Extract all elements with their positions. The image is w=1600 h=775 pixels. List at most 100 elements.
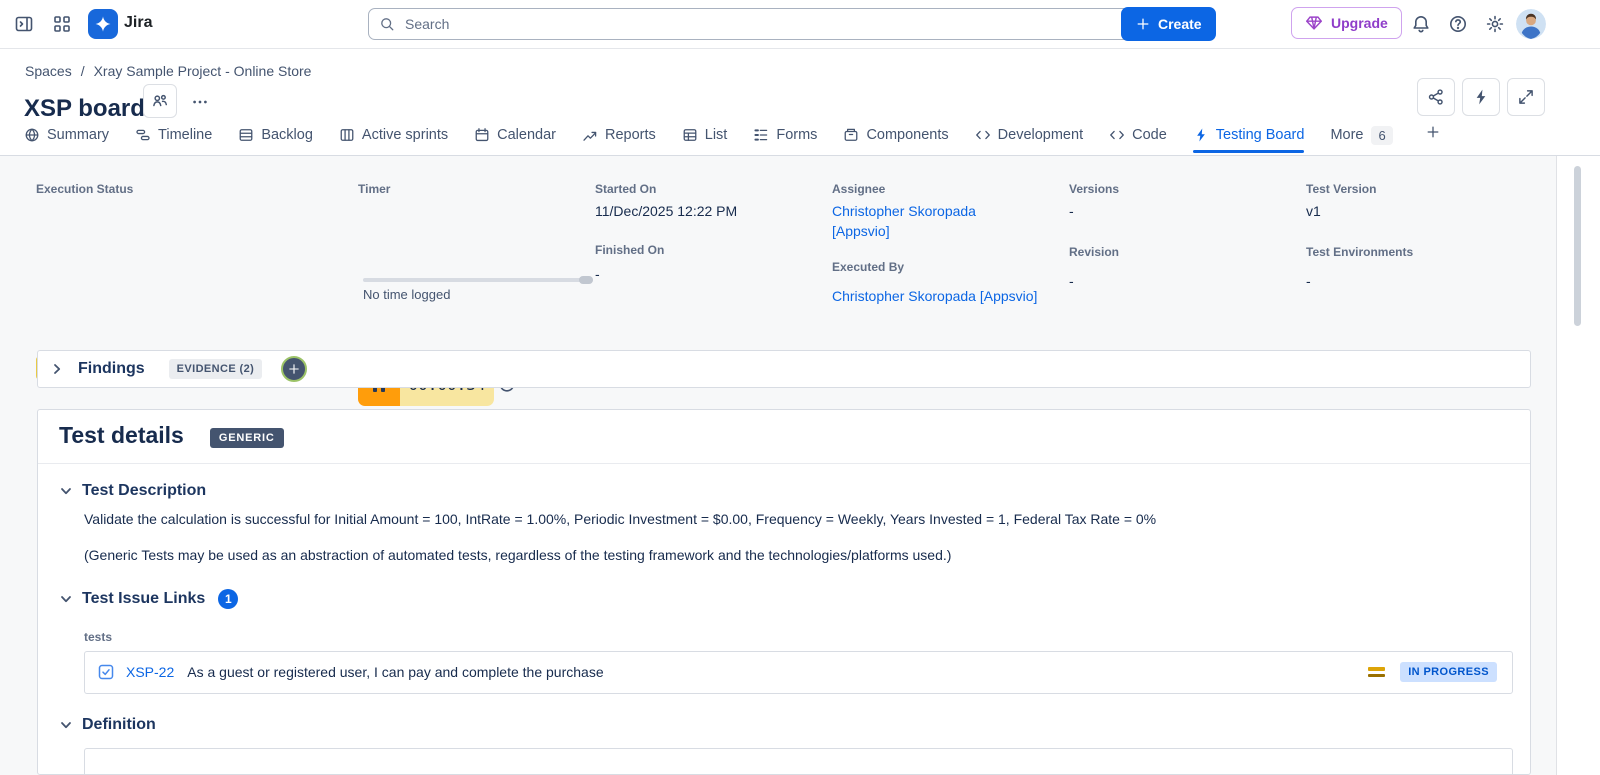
settings-button[interactable] [1479, 8, 1511, 40]
breadcrumb-separator: / [80, 63, 85, 79]
tab-components[interactable]: Components [843, 118, 949, 152]
issue-links-count-badge: 1 [218, 588, 239, 609]
issue-status-badge: IN PROGRESS [1400, 662, 1497, 683]
jira-logo[interactable] [88, 9, 118, 39]
test-issue-links-toggle[interactable]: Test Issue Links 1 [38, 588, 1530, 609]
finished-on-value: - [595, 266, 600, 282]
sidebar-toggle-button[interactable] [8, 8, 40, 40]
board-header-actions [1417, 78, 1545, 116]
tab-active-sprints[interactable]: Active sprints [339, 118, 448, 152]
executed-by-label: Executed By [832, 260, 905, 274]
development-icon [975, 127, 991, 143]
search-input[interactable] [403, 15, 1121, 33]
tab-label: Code [1132, 127, 1167, 143]
sidebar-toggle-icon [14, 14, 34, 34]
board-members-button[interactable] [143, 84, 177, 118]
tab-calendar[interactable]: Calendar [474, 118, 556, 152]
tab-label: Calendar [497, 127, 556, 143]
testing-board-content: Execution Status EXECUTING Timer 00:00:3… [0, 156, 1556, 775]
board-more-button[interactable] [184, 86, 216, 118]
tab-code[interactable]: Code [1109, 118, 1167, 152]
priority-medium-icon [1368, 667, 1386, 678]
findings-section[interactable]: Findings EVIDENCE (2) [37, 350, 1531, 388]
tab-timeline[interactable]: Timeline [135, 118, 212, 152]
tab-label: List [704, 127, 728, 143]
tab-label: Reports [604, 127, 656, 143]
tab-testing-board[interactable]: Testing Board [1192, 118, 1305, 153]
active-sprints-icon [339, 127, 355, 143]
assignee-label: Assignee [832, 182, 886, 196]
tab-label: Summary [47, 127, 110, 143]
tab-list[interactable]: List [682, 118, 728, 152]
notifications-button[interactable] [1405, 8, 1437, 40]
scroll-gutter [1556, 156, 1600, 775]
upgrade-button[interactable]: Upgrade [1291, 7, 1402, 39]
top-nav: Jira Create Upgrade [0, 0, 1600, 49]
tab-development[interactable]: Development [975, 118, 1083, 152]
tab-label: Testing Board [1215, 127, 1305, 143]
tab-reports[interactable]: Reports [582, 118, 656, 152]
chevron-right-icon[interactable] [50, 362, 64, 376]
test-description-toggle[interactable]: Test Description [38, 482, 1530, 500]
test-details-card: Test details GENERIC Test Description Va… [37, 409, 1531, 775]
versions-value: - [1069, 203, 1074, 219]
breadcrumb-spaces-link[interactable]: Spaces [25, 63, 72, 79]
board-members-icon [151, 92, 169, 110]
definition-field[interactable] [84, 747, 1513, 774]
app-switcher-button[interactable] [46, 8, 78, 40]
plus-icon [1425, 124, 1441, 140]
no-time-logged-text: No time logged [363, 287, 451, 302]
chevron-down-icon[interactable] [59, 484, 73, 498]
list-icon [682, 127, 698, 143]
user-avatar[interactable] [1516, 9, 1546, 39]
board-tabs: Summary Timeline Backlog Active sprints … [24, 118, 1540, 156]
search-bar[interactable] [368, 8, 1132, 40]
add-finding-button[interactable] [281, 356, 308, 382]
more-count-badge: 6 [1371, 125, 1393, 145]
issue-key-link[interactable]: XSP-22 [126, 664, 174, 680]
plus-icon [287, 362, 301, 376]
automation-button[interactable] [1462, 78, 1500, 116]
automation-lightning-icon [1472, 88, 1490, 106]
started-on-label: Started On [595, 182, 657, 196]
tab-forms[interactable]: Forms [753, 118, 817, 152]
versions-label: Versions [1069, 182, 1120, 196]
assignee-link[interactable]: Christopher Skoropada [Appsvio] [832, 201, 1007, 242]
components-icon [843, 127, 859, 143]
tab-label: Backlog [261, 127, 313, 143]
issue-summary: As a guest or registered user, I can pay… [187, 664, 604, 681]
definition-toggle[interactable]: Definition [38, 716, 1530, 734]
executed-by-link[interactable]: Christopher Skoropada [Appsvio] [832, 288, 1037, 304]
vertical-scrollbar[interactable] [1574, 166, 1581, 326]
test-version-value: v1 [1306, 203, 1321, 219]
linked-issue-row[interactable]: XSP-22 As a guest or registered user, I … [84, 650, 1513, 694]
breadcrumb-project-link[interactable]: Xray Sample Project - Online Store [94, 63, 312, 79]
story-check-icon [98, 664, 114, 680]
started-on-value: 11/Dec/2025 12:22 PM [595, 203, 738, 219]
definition-title: Definition [82, 715, 156, 733]
tab-summary[interactable]: Summary [24, 118, 109, 152]
share-icon [1427, 88, 1445, 106]
expand-button[interactable] [1507, 78, 1545, 116]
tab-backlog[interactable]: Backlog [238, 118, 313, 152]
test-issue-links-title: Test Issue Links [82, 589, 206, 607]
time-logged-bar[interactable] [363, 276, 593, 284]
ellipsis-icon [191, 93, 209, 111]
code-icon [1109, 127, 1125, 143]
test-details-header: Test details GENERIC [38, 410, 1530, 449]
bell-icon [1411, 14, 1431, 34]
share-button[interactable] [1417, 78, 1455, 116]
jira-app: Jira Create Upgrade Spaces / [0, 0, 1600, 775]
plus-icon [1135, 16, 1151, 32]
chevron-down-icon[interactable] [59, 592, 73, 606]
time-bar-handle[interactable] [579, 276, 593, 284]
test-description-title: Test Description [82, 482, 207, 499]
create-button[interactable]: Create [1121, 7, 1216, 41]
tab-more[interactable]: More 6 [1330, 118, 1393, 152]
upgrade-button-label: Upgrade [1331, 15, 1388, 31]
add-tab-button[interactable] [1419, 118, 1447, 146]
chevron-down-icon[interactable] [59, 718, 73, 732]
jira-logo-icon [94, 15, 112, 33]
help-button[interactable] [1442, 8, 1474, 40]
test-description-paragraph: (Generic Tests may be used as an abstrac… [84, 546, 952, 563]
